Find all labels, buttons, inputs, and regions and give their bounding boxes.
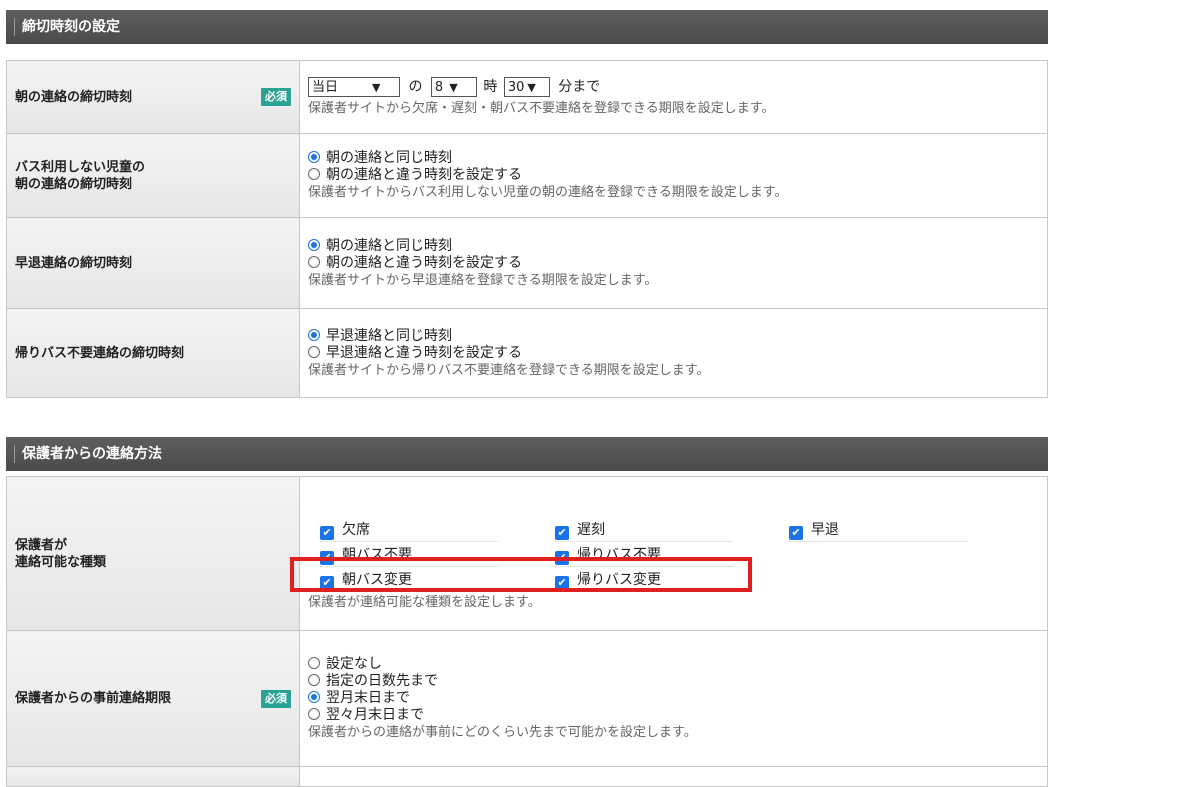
row-value: ✔ 欠席 ✔ 遅刻 ✔ 早退 ✔ 朝バス不要 ✔ 帰りバス不要 ✔ 朝バス変更 ✔ 帰りバス変… — [299, 476, 1048, 631]
chevron-down-icon: ▼ — [527, 81, 536, 94]
row-value — [299, 766, 1048, 787]
label-line: バス利用しない児童の — [15, 159, 146, 175]
section-title: 締切時刻の設定 — [22, 19, 120, 35]
of-text: の — [408, 79, 423, 95]
minute-unit: 分まで — [558, 79, 601, 95]
early-deadline-label: 早退連絡の締切時刻 — [15, 255, 133, 271]
row-value: 早退連絡と同じ時刻 早退連絡と違う時刻を設定する 保護者サイトから帰りバス不要連… — [299, 308, 1048, 398]
radio-unchecked-icon — [308, 674, 320, 686]
help-text: 保護者からの連絡が事前にどのくらい先まで可能かを設定します。 — [308, 725, 697, 740]
morning-deadline-row: 朝の連絡の締切時刻 必須 当日 ▼ の 8 ▼ 時 30 ▼ 分まで 保護者サイトから… — [6, 60, 1048, 134]
label-line: 連絡可能な種類 — [15, 554, 107, 570]
hour-unit: 時 — [483, 79, 498, 95]
help-text: 保護者が連絡可能な種類を設定します。 — [308, 594, 541, 610]
radio-label: 朝の連絡と違う時刻を設定する — [326, 167, 522, 183]
required-badge: 必須 — [261, 88, 291, 106]
section-header-deadline: 締切時刻の設定 — [6, 10, 1048, 44]
returnbus-deadline-label: 帰りバス不要連絡の締切時刻 — [15, 345, 185, 361]
advance-contact-row: 保護者からの事前連絡期限 必須 設定なし 指定の日数先まで 翌月末日まで 翌々月… — [6, 630, 1048, 767]
checkbox-label: 早退 — [811, 521, 839, 538]
morning-deadline-label: 朝の連絡の締切時刻 — [15, 89, 133, 105]
radio-unchecked-icon — [308, 708, 320, 720]
radio-label: 朝の連絡と違う時刻を設定する — [326, 254, 522, 271]
checkbox-absent[interactable]: ✔ 欠席 — [320, 519, 498, 542]
radio-label: 朝の連絡と同じ時刻 — [326, 150, 452, 166]
row-label: 保護者からの事前連絡期限 必須 — [6, 630, 300, 767]
radio-checked-icon — [308, 691, 320, 703]
radio-checked-icon — [308, 238, 320, 251]
radio-option[interactable]: 朝の連絡と同じ時刻 — [308, 238, 1039, 255]
radio-label: 翌々月末日まで — [326, 707, 424, 723]
advance-contact-label: 保護者からの事前連絡期限 — [15, 691, 172, 706]
radio-option[interactable]: 早退連絡と違う時刻を設定する — [308, 345, 1039, 362]
radio-option[interactable]: 朝の連絡と違う時刻を設定する — [308, 167, 1039, 184]
minute-select[interactable]: 30 ▼ — [503, 77, 550, 97]
checkbox-row: ✔ 欠席 ✔ 遅刻 ✔ 早退 — [308, 519, 1039, 544]
radio-label: 朝の連絡と同じ時刻 — [326, 237, 452, 254]
radio-label: 設定なし — [326, 656, 382, 672]
hour-select-value: 8 — [434, 80, 444, 95]
nobus-deadline-row: バス利用しない児童の 朝の連絡の締切時刻 朝の連絡と同じ時刻 朝の連絡と違う時刻… — [6, 133, 1048, 218]
day-select[interactable]: 当日 ▼ — [308, 77, 400, 97]
radio-unchecked-icon — [308, 168, 320, 180]
radio-label: 早退連絡と違う時刻を設定する — [326, 344, 522, 361]
deadline-settings-table: 朝の連絡の締切時刻 必須 当日 ▼ の 8 ▼ 時 30 ▼ 分まで 保護者サイトから… — [6, 60, 1048, 398]
checkbox-label: 遅刻 — [577, 521, 605, 538]
section-header-contact: 保護者からの連絡方法 — [6, 437, 1048, 471]
section-title: 保護者からの連絡方法 — [22, 446, 162, 462]
required-badge: 必須 — [261, 689, 291, 708]
contact-settings-table: 保護者が 連絡可能な種類 ✔ 欠席 ✔ 遅刻 ✔ 早退 ✔ 朝バス不要 ✔ 帰りバス不要 … — [6, 476, 1048, 787]
early-deadline-row: 早退連絡の締切時刻 朝の連絡と同じ時刻 朝の連絡と違う時刻を設定する 保護者サイ… — [6, 217, 1048, 309]
radio-option[interactable]: 朝の連絡と違う時刻を設定する — [308, 255, 1039, 272]
row-value: 朝の連絡と同じ時刻 朝の連絡と違う時刻を設定する 保護者サイトから早退連絡を登録… — [299, 217, 1048, 309]
row-value: 設定なし 指定の日数先まで 翌月末日まで 翌々月末日まで 保護者からの連絡が事前… — [299, 630, 1048, 767]
label-line: 保護者が — [15, 537, 68, 553]
radio-unchecked-icon — [308, 255, 320, 268]
checkbox-checked-icon: ✔ — [320, 525, 334, 540]
radio-option[interactable]: 早退連絡と同じ時刻 — [308, 328, 1039, 345]
row-label: 朝の連絡の締切時刻 必須 — [6, 60, 300, 134]
row-value: 当日 ▼ の 8 ▼ 時 30 ▼ 分まで 保護者サイトから欠席・遅刻・朝バス不要連絡… — [299, 60, 1048, 134]
radio-option[interactable]: 朝の連絡と同じ時刻 — [308, 150, 1039, 167]
checkbox-checked-icon: ✔ — [555, 525, 569, 540]
hour-select[interactable]: 8 ▼ — [430, 77, 477, 97]
minute-select-value: 30 — [507, 80, 525, 95]
chevron-down-icon: ▼ — [449, 81, 458, 94]
radio-unchecked-icon — [308, 657, 320, 669]
radio-option[interactable]: 設定なし — [308, 656, 1039, 673]
help-text: 保護者サイトから帰りバス不要連絡を登録できる期限を設定します。 — [308, 362, 710, 378]
checkbox-label: 欠席 — [342, 521, 370, 538]
radio-label: 指定の日数先まで — [326, 673, 438, 689]
row-label: バス利用しない児童の 朝の連絡の締切時刻 — [6, 133, 300, 218]
highlight-box — [290, 557, 752, 592]
checkbox-checked-icon: ✔ — [789, 525, 803, 540]
radio-label: 翌月末日まで — [326, 690, 410, 706]
radio-checked-icon — [308, 328, 320, 341]
help-text: 保護者サイトからバス利用しない児童の朝の連絡を登録できる期限を設定します。 — [308, 185, 788, 200]
row-value: 朝の連絡と同じ時刻 朝の連絡と違う時刻を設定する 保護者サイトからバス利用しない… — [299, 133, 1048, 218]
label-line: 朝の連絡の締切時刻 — [15, 176, 133, 192]
chevron-down-icon: ▼ — [372, 81, 381, 94]
radio-option[interactable]: 翌月末日まで — [308, 690, 1039, 707]
radio-unchecked-icon — [308, 345, 320, 358]
radio-option[interactable]: 翌々月末日まで — [308, 707, 1039, 724]
row-label: 帰りバス不要連絡の締切時刻 — [6, 308, 300, 398]
row-label: 保護者が 連絡可能な種類 — [6, 476, 300, 631]
help-text: 保護者サイトから欠席・遅刻・朝バス不要連絡を登録できる期限を設定します。 — [308, 101, 775, 116]
checkbox-late[interactable]: ✔ 遅刻 — [555, 519, 733, 542]
radio-label: 早退連絡と同じ時刻 — [326, 327, 452, 344]
contact-types-row: 保護者が 連絡可能な種類 ✔ 欠席 ✔ 遅刻 ✔ 早退 ✔ 朝バス不要 ✔ 帰りバス不要 … — [6, 476, 1048, 631]
row-label — [6, 766, 300, 787]
row-label: 早退連絡の締切時刻 — [6, 217, 300, 309]
next-row-partial — [6, 766, 1048, 787]
help-text: 保護者サイトから早退連絡を登録できる期限を設定します。 — [308, 272, 658, 288]
returnbus-deadline-row: 帰りバス不要連絡の締切時刻 早退連絡と同じ時刻 早退連絡と違う時刻を設定する 保… — [6, 308, 1048, 398]
radio-option[interactable]: 指定の日数先まで — [308, 673, 1039, 690]
day-select-value: 当日 — [312, 80, 339, 95]
checkbox-early-leave[interactable]: ✔ 早退 — [789, 519, 967, 542]
radio-checked-icon — [308, 151, 320, 163]
